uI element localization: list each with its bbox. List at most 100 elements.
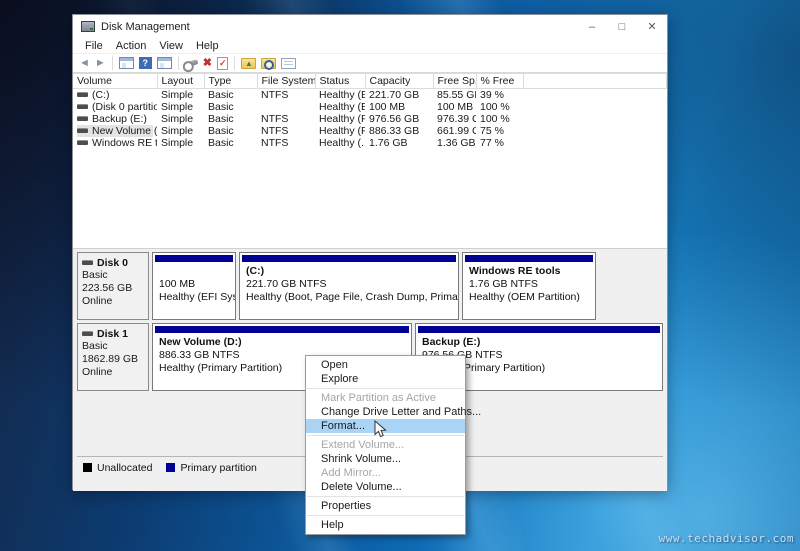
disk-0-label[interactable]: Disk 0 Basic 223.56 GB Online: [77, 252, 149, 320]
partition-color-bar: [465, 255, 593, 262]
up-arrow-glyph: ▲: [245, 58, 253, 69]
disk-name: Disk 1: [97, 328, 128, 340]
titlebar[interactable]: Disk Management – □ ✕: [73, 15, 667, 38]
menu-item-mark-partition-active: Mark Partition as Active: [306, 391, 465, 405]
menu-separator: [307, 515, 464, 516]
partition-title: [155, 265, 233, 278]
legend-label: Unallocated: [97, 462, 152, 474]
legend-primary-partition: Primary partition: [166, 462, 256, 474]
disk-size: 1862.89 GB: [82, 353, 148, 366]
volume-name: Backup (E:): [92, 113, 147, 125]
col-pct-free[interactable]: % Free: [476, 74, 523, 89]
disk-0-partitions: 100 MB Healthy (EFI System (C:) 221.70 G…: [152, 252, 663, 320]
table-row[interactable]: Windows RE tools Simple Basic NTFS Healt…: [73, 137, 667, 149]
col-status[interactable]: Status: [315, 74, 365, 89]
help-icon[interactable]: ?: [139, 57, 152, 69]
partition-size: 1.76 GB NTFS: [465, 278, 593, 291]
menu-help[interactable]: Help: [196, 40, 219, 52]
volume-icon: [77, 141, 88, 145]
volume-icon: [77, 117, 88, 121]
disk-1-label[interactable]: Disk 1 Basic 1862.89 GB Online: [77, 323, 149, 391]
legend-label: Primary partition: [180, 462, 256, 474]
minimize-button[interactable]: –: [577, 15, 607, 38]
menu-item-help[interactable]: Help: [306, 518, 465, 532]
maximize-button[interactable]: □: [607, 15, 637, 38]
toolbar: ◄ ► ? ✖ ✓ ▲: [73, 53, 667, 73]
disk-status: Online: [82, 295, 148, 308]
menu-item-change-drive-letter[interactable]: Change Drive Letter and Paths...: [306, 405, 465, 419]
table-row[interactable]: Backup (E:) Simple Basic NTFS Healthy (P…: [73, 113, 667, 125]
menu-item-delete-volume[interactable]: Delete Volume...: [306, 480, 465, 494]
fields-icon[interactable]: [281, 58, 296, 69]
col-volume[interactable]: Volume: [73, 74, 157, 89]
menu-bar: File Action View Help: [73, 38, 667, 53]
volume-name: Windows RE tools: [92, 137, 157, 149]
partition-status: Healthy (OEM Partition): [465, 291, 593, 304]
volume-icon: [77, 93, 88, 97]
table-row[interactable]: (C:) Simple Basic NTFS Healthy (B... 221…: [73, 89, 667, 102]
menu-item-open[interactable]: Open: [306, 358, 465, 372]
partition-status: Healthy (Boot, Page File, Crash Dump, Pr…: [242, 291, 456, 304]
app-icon: [81, 21, 95, 32]
col-capacity[interactable]: Capacity: [365, 74, 433, 89]
disk-icon: [82, 261, 93, 265]
menu-file[interactable]: File: [85, 40, 103, 52]
close-button[interactable]: ✕: [637, 15, 667, 38]
col-file-system[interactable]: File System: [257, 74, 315, 89]
table-row-selected[interactable]: New Volume (... Simple Basic NTFS Health…: [73, 125, 667, 137]
col-type[interactable]: Type: [204, 74, 257, 89]
partition-title: Windows RE tools: [465, 265, 593, 278]
folder-up-icon[interactable]: ▲: [241, 58, 256, 69]
toolbar-separator: [234, 56, 235, 70]
partition-c[interactable]: (C:) 221.70 GB NTFS Healthy (Boot, Page …: [239, 252, 459, 320]
volume-list-panel: Volume Layout Type File System Status Ca…: [73, 73, 667, 248]
folder-search-icon[interactable]: [261, 58, 276, 69]
partition-color-bar: [155, 255, 233, 262]
legend-unallocated: Unallocated: [83, 462, 152, 474]
menu-item-explore[interactable]: Explore: [306, 372, 465, 386]
partition-windows-re[interactable]: Windows RE tools 1.76 GB NTFS Healthy (O…: [462, 252, 596, 320]
disk-kind: Basic: [82, 340, 148, 353]
partition-title: New Volume (D:): [155, 336, 409, 349]
primary-partition-swatch-icon: [166, 463, 175, 472]
menu-action[interactable]: Action: [116, 40, 147, 52]
check-document-icon[interactable]: ✓: [217, 57, 228, 70]
show-window-icon[interactable]: [157, 57, 172, 69]
window-controls: – □ ✕: [577, 15, 667, 38]
partition-efi[interactable]: 100 MB Healthy (EFI System: [152, 252, 236, 320]
col-layout[interactable]: Layout: [157, 74, 204, 89]
window-title: Disk Management: [101, 21, 190, 33]
disk-icon: [82, 332, 93, 336]
unallocated-swatch-icon: [83, 463, 92, 472]
partition-status: Healthy (EFI System: [155, 291, 233, 304]
forward-icon[interactable]: ►: [95, 58, 106, 69]
menu-item-shrink-volume[interactable]: Shrink Volume...: [306, 452, 465, 466]
menu-item-add-mirror: Add Mirror...: [306, 466, 465, 480]
volume-icon: [77, 129, 88, 133]
back-icon[interactable]: ◄: [79, 58, 90, 69]
menu-separator: [307, 496, 464, 497]
menu-view[interactable]: View: [159, 40, 183, 52]
menu-item-properties[interactable]: Properties: [306, 499, 465, 513]
table-row[interactable]: (Disk 0 partition 1) Simple Basic Health…: [73, 101, 667, 113]
disk-name: Disk 0: [97, 257, 128, 269]
console-tree-icon[interactable]: [119, 57, 134, 69]
disk-kind: Basic: [82, 269, 148, 282]
wrench-icon[interactable]: [184, 59, 198, 68]
toolbar-separator: [178, 56, 179, 70]
delete-icon[interactable]: ✖: [203, 58, 212, 69]
partition-title: Backup (E:): [418, 336, 660, 349]
col-free-space[interactable]: Free Sp...: [433, 74, 476, 89]
partition-size: 100 MB: [155, 278, 233, 291]
partition-color-bar: [242, 255, 456, 262]
partition-title: (C:): [242, 265, 456, 278]
volume-name: (Disk 0 partition 1): [92, 101, 157, 113]
col-empty: [523, 74, 667, 89]
partition-color-bar: [155, 326, 409, 333]
context-menu: Open Explore Mark Partition as Active Ch…: [305, 355, 466, 535]
volume-table: Volume Layout Type File System Status Ca…: [73, 73, 667, 149]
menu-separator: [307, 388, 464, 389]
volume-table-header: Volume Layout Type File System Status Ca…: [73, 74, 667, 89]
mouse-cursor-icon: [374, 420, 387, 439]
volume-icon: [77, 105, 88, 109]
